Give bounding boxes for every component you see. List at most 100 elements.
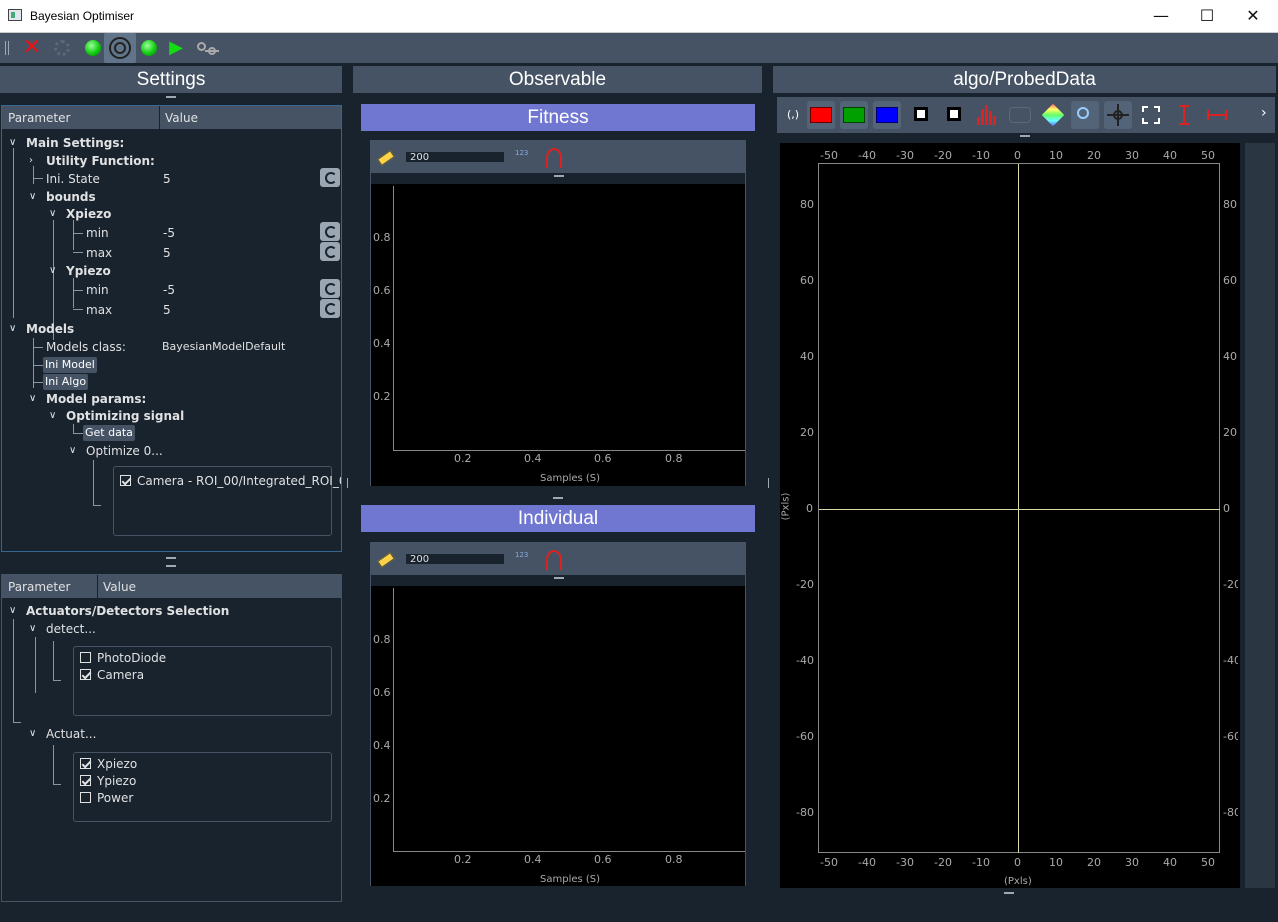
selection-tree[interactable]: Parameter Value ∨ Actuators/Detectors Se… [1,574,342,902]
histogram-icon[interactable] [973,101,1001,129]
xpiezo-min-value[interactable]: -5 [163,224,175,242]
photodiode-checkbox[interactable]: PhotoDiode [80,650,166,666]
chevron-right-icon[interactable]: › [29,152,33,170]
fitness-plot-area[interactable]: 0.8 0.6 0.4 0.2 0.2 0.4 0.6 0.8 Samples … [371,184,745,486]
ypiezo-checkbox[interactable]: Ypiezo [80,773,136,789]
close-button[interactable]: ✕ [1230,0,1276,32]
y-tick: -60 [796,730,814,743]
sample-count-spinbox[interactable]: 200 [405,151,505,163]
led-green-icon[interactable] [138,36,162,60]
probed-data-header: algo/ProbedData [773,66,1276,93]
splitter-handle[interactable] [166,557,176,559]
numeric-display-icon[interactable]: 123 [515,149,528,157]
ini-algo-button[interactable]: Ini Algo [43,374,89,390]
position-icon[interactable]: (,) [779,101,807,129]
ini-state-label: Ini. State [46,172,100,186]
ypiezo-max-value[interactable]: 5 [163,301,171,319]
splitter-handle[interactable] [768,478,770,488]
ypiezo-max-label: max [86,303,113,317]
maximize-button[interactable]: ☐ [1184,0,1230,32]
column-value[interactable]: Value [165,111,198,125]
splitter-handle[interactable] [347,478,349,488]
gaussian-icon[interactable] [543,547,567,571]
blue-channel-button[interactable] [873,101,901,129]
x-tick: -50 [820,856,838,869]
gaussian-icon[interactable] [543,145,567,169]
chevron-down-icon[interactable]: ∨ [9,320,16,338]
splitter-handle[interactable] [166,96,176,98]
numeric-display-icon[interactable]: 123 [515,551,528,559]
column-parameter[interactable]: Parameter [8,111,70,125]
xpiezo-checkbox[interactable]: Xpiezo [80,756,137,772]
models-class-value[interactable]: BayesianModelDefault [162,338,285,356]
flip-lr-icon[interactable] [940,101,968,129]
chevron-down-icon[interactable]: ∨ [49,262,56,280]
chevron-down-icon[interactable]: ∨ [9,602,16,620]
toolbar-more-icon[interactable]: › [1261,105,1267,121]
sample-count-spinbox[interactable]: 200 [405,553,505,565]
reset-icon[interactable] [320,242,340,261]
chevron-down-icon[interactable]: ∨ [29,188,36,206]
column-value[interactable]: Value [103,580,136,594]
xpiezo-max-value[interactable]: 5 [163,244,171,262]
reset-icon[interactable] [320,222,340,241]
individual-plot-area[interactable]: 0.8 0.6 0.4 0.2 0.2 0.4 0.6 0.8 Samples … [371,586,745,886]
x-tick: 50 [1201,149,1215,162]
x-tick: 20 [1087,149,1101,162]
splitter-handle[interactable] [554,577,564,579]
splitter-handle[interactable] [1004,892,1014,894]
chevron-down-icon[interactable]: ∨ [49,205,56,223]
select-region-icon[interactable] [1137,101,1165,129]
column-parameter[interactable]: Parameter [8,580,70,594]
clear-icon[interactable] [376,146,398,168]
quit-icon[interactable]: ✕ [20,36,44,60]
models-label: Models [26,322,75,336]
grip-icon [4,36,10,60]
splitter-handle[interactable] [166,565,176,567]
zoom-icon[interactable] [1071,101,1099,129]
isocurve-icon[interactable] [1039,101,1067,129]
camera-roi-checkbox[interactable]: Camera - ROI_00/Integrated_ROI_00 [120,473,341,489]
led-green-icon[interactable] [82,36,106,60]
green-channel-button[interactable] [840,101,868,129]
reset-icon[interactable] [320,299,340,318]
chevron-down-icon[interactable]: ∨ [29,620,36,638]
chevron-down-icon[interactable]: ∨ [69,442,76,460]
splitter-handle[interactable] [1020,135,1030,137]
roi-icon[interactable] [1006,101,1034,129]
flip-ud-icon[interactable] [907,101,935,129]
camera-checkbox[interactable]: Camera [80,667,144,683]
reset-icon[interactable] [320,279,340,298]
red-channel-button[interactable] [807,101,835,129]
power-checkbox[interactable]: Power [80,790,133,806]
splitter-handle[interactable] [553,497,563,499]
settings-tree[interactable]: Parameter Value ∨ Main Settings: › Utili… [1,105,342,552]
y-tick-right: 0 [1223,502,1230,515]
probed-data-plot[interactable]: -50 -40 -30 -20 -10 0 10 20 30 40 50 -50… [780,143,1240,888]
x-tick: 40 [1163,149,1177,162]
splitter-handle[interactable] [554,175,564,177]
minimize-button[interactable]: — [1138,0,1184,32]
individual-plot-toolbar: 200 123 [371,543,745,575]
ini-state-value[interactable]: 5 [163,170,171,188]
target-icon[interactable] [104,33,136,63]
ypiezo-min-value[interactable]: -5 [163,281,175,299]
crosshair-icon[interactable] [1104,101,1132,129]
run-icon[interactable]: ▶ [164,36,188,60]
y-tick: -20 [796,578,814,591]
chevron-down-icon[interactable]: ∨ [29,725,36,743]
chevron-down-icon[interactable]: ∨ [49,407,56,425]
clear-icon[interactable] [376,548,398,570]
histogram-strip[interactable] [1245,143,1275,888]
horizontal-measure-icon[interactable] [1203,101,1231,129]
ini-model-button[interactable]: Ini Model [43,357,97,373]
chevron-down-icon[interactable]: ∨ [9,134,16,152]
x-tick: -10 [972,856,990,869]
get-data-button[interactable]: Get data [83,425,135,441]
reset-icon[interactable] [320,168,340,187]
connect-icon[interactable] [194,36,222,60]
vertical-measure-icon[interactable] [1170,101,1198,129]
y-tick: -80 [796,806,814,819]
chevron-down-icon[interactable]: ∨ [29,390,36,408]
settings-icon[interactable] [50,36,74,60]
